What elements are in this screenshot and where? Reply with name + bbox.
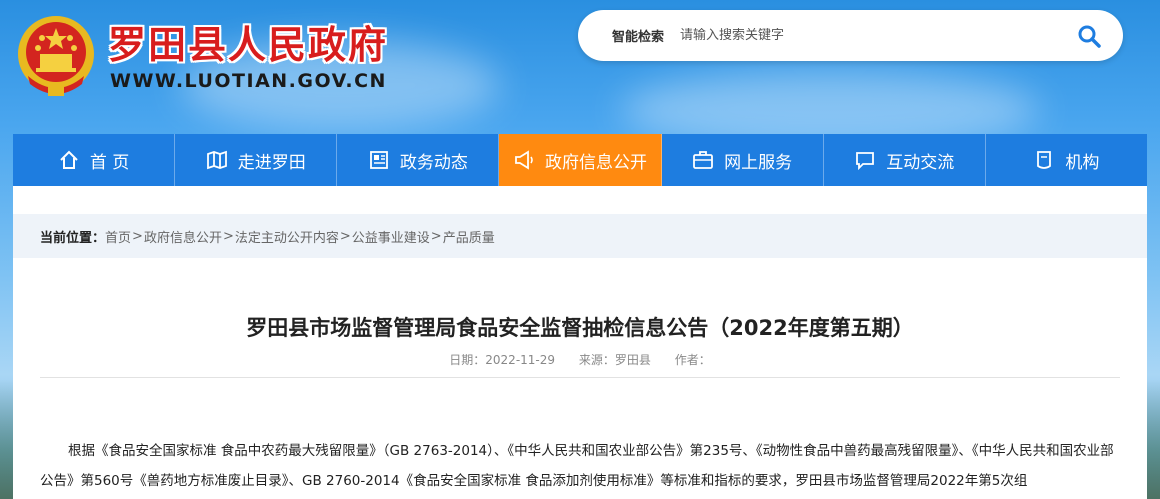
content-panel: 当前位置： 首页 > 政府信息公开 > 法定主动公开内容 > 公益事业建设 > … bbox=[13, 186, 1147, 499]
breadcrumb-separator: > bbox=[132, 228, 143, 244]
breadcrumb-label: 当前位置： bbox=[40, 230, 106, 246]
article-source: 来源：罗田县 bbox=[578, 353, 651, 367]
national-emblem-icon bbox=[16, 14, 96, 100]
site-title[interactable]: 罗田县人民政府 bbox=[108, 14, 388, 69]
briefcase-icon bbox=[692, 149, 714, 171]
nav-item-home[interactable]: 首 页 bbox=[13, 134, 176, 186]
breadcrumb-link-home[interactable]: 首页 bbox=[105, 227, 131, 246]
breadcrumb-separator: > bbox=[222, 228, 234, 244]
search-label: 智能检索 bbox=[612, 30, 665, 45]
search-box: 智能检索 bbox=[578, 10, 1123, 61]
article-date: 日期：2022-11-29 bbox=[449, 353, 556, 367]
article-meta: 日期：2022-11-29 来源：罗田县 作者： bbox=[13, 351, 1147, 368]
nav-item-label: 政府信息公开 bbox=[544, 152, 647, 173]
breadcrumb-separator: > bbox=[430, 228, 442, 244]
search-button[interactable] bbox=[1075, 22, 1103, 50]
nav-item-news[interactable]: 政务动态 bbox=[337, 134, 500, 186]
nav-item-interaction[interactable]: 互动交流 bbox=[824, 134, 986, 186]
breadcrumb-link-info-disclosure[interactable]: 政府信息公开 bbox=[144, 227, 222, 246]
nav-item-organization[interactable]: 机构 bbox=[986, 134, 1147, 186]
building-icon bbox=[1033, 149, 1055, 171]
breadcrumb-link-legal-content[interactable]: 法定主动公开内容 bbox=[235, 227, 339, 246]
nav-item-label: 走进罗田 bbox=[237, 152, 306, 173]
chat-icon bbox=[854, 149, 876, 171]
megaphone-icon bbox=[513, 149, 535, 171]
breadcrumb-link-public-welfare[interactable]: 公益事业建设 bbox=[352, 227, 430, 246]
nav-item-label: 网上服务 bbox=[724, 152, 793, 173]
breadcrumb-separator: > bbox=[339, 228, 351, 244]
article-body: 根据《食品安全国家标准 食品中农药最大残留限量》（GB 2763-2014）、《… bbox=[40, 443, 1114, 489]
article-title: 罗田县市场监督管理局食品安全监督抽检信息公告（2022年度第五期） bbox=[246, 316, 914, 340]
nav-item-label: 首 页 bbox=[89, 152, 130, 173]
nav-item-online-service[interactable]: 网上服务 bbox=[662, 134, 824, 186]
news-icon bbox=[368, 149, 390, 171]
breadcrumb-link-product-quality[interactable]: 产品质量 bbox=[443, 227, 495, 246]
search-icon bbox=[1078, 25, 1101, 48]
nav-item-label: 政务动态 bbox=[399, 152, 468, 173]
nav-item-info-disclosure[interactable]: 政府信息公开 bbox=[499, 134, 662, 186]
article-author: 作者： bbox=[674, 353, 711, 367]
nav-item-label: 互动交流 bbox=[886, 152, 955, 173]
site-url[interactable]: WWW.LUOTIAN.GOV.CN bbox=[110, 70, 387, 92]
search-input[interactable] bbox=[680, 28, 1061, 43]
main-nav: 首 页 走进罗田 政务动态 政府信息公开 网上服务 互动交流 机构 bbox=[13, 134, 1147, 186]
divider bbox=[40, 377, 1120, 378]
home-icon bbox=[58, 149, 80, 171]
nav-item-label: 机构 bbox=[1065, 152, 1100, 173]
map-icon bbox=[206, 149, 228, 171]
nav-item-about[interactable]: 走进罗田 bbox=[175, 134, 338, 186]
breadcrumb: 当前位置： 首页 > 政府信息公开 > 法定主动公开内容 > 公益事业建设 > … bbox=[13, 214, 1147, 258]
